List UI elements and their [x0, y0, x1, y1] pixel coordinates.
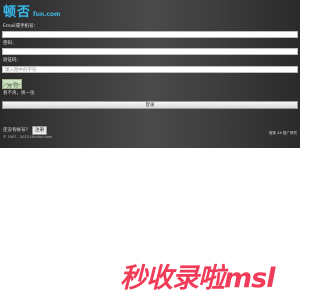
captcha-input[interactable]	[2, 66, 298, 73]
logo-main-text: 顿否	[3, 5, 32, 20]
promo-banner[interactable]: 秒收录啦msl	[120, 257, 300, 294]
captcha-noise-icon: 大节	[3, 81, 21, 89]
logo-sub-text: fun.com	[33, 11, 61, 18]
login-button[interactable]: 登录	[2, 101, 298, 109]
refresh-captcha-link[interactable]: 看不清，换一张	[3, 91, 35, 97]
password-input[interactable]	[2, 48, 298, 55]
copyright-text: © 2007 - 2023 Lfunfun.com	[3, 135, 52, 139]
captcha-text: 大节	[6, 82, 19, 89]
captcha-label: 验证码：	[3, 58, 21, 63]
email-label: Email或手机号：	[3, 24, 38, 29]
login-panel: 顿否 fun.com Email或手机号： 密码： 验证码： 大节 看不清，换一…	[0, 0, 300, 148]
email-input[interactable]	[2, 31, 298, 38]
register-prompt: 还没有帐号？ 注册	[3, 126, 47, 135]
site-logo[interactable]: 顿否 fun.com	[3, 3, 60, 21]
powered-by-link[interactable]: 程序 4X 推广研究	[269, 131, 297, 136]
captcha-image[interactable]: 大节	[2, 79, 22, 89]
password-label: 密码：	[3, 41, 17, 46]
register-button[interactable]: 注册	[32, 126, 47, 135]
register-question: 还没有帐号？	[3, 127, 30, 133]
